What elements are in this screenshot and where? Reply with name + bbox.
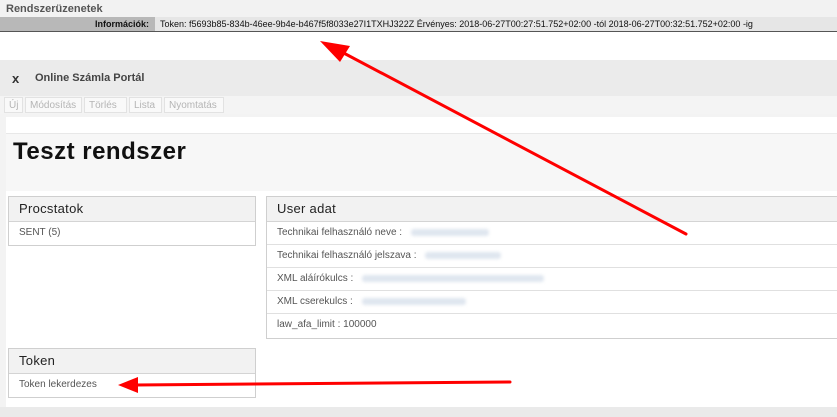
token-query-link[interactable]: Token lekerdezes: [9, 374, 255, 396]
user-field-law-afa-limit: law_afa_limit : 100000: [267, 314, 837, 336]
portal-title: Online Számla Portál: [35, 72, 145, 84]
system-messages-bar: Rendszerüzenetek: [0, 0, 837, 18]
new-button[interactable]: Új: [4, 97, 23, 113]
info-label: Információk:: [0, 17, 155, 31]
info-row: Információk: Token: f5693b85-834b-46ee-9…: [0, 17, 837, 32]
delete-button[interactable]: Törlés: [84, 97, 127, 113]
list-button[interactable]: Lista: [129, 97, 162, 113]
user-field-tech-user-name: Technikai felhasználó neve :: [267, 222, 837, 245]
print-button[interactable]: Nyomtatás: [164, 97, 224, 113]
procstatok-item-sent[interactable]: SENT (5): [9, 222, 255, 244]
user-data-panel: User adat Technikai felhasználó neve : T…: [266, 196, 837, 339]
toolbar: Új Módosítás Törlés Lista Nyomtatás: [0, 96, 837, 115]
close-icon[interactable]: x: [12, 71, 19, 86]
procstatok-title: Procstatok: [9, 197, 255, 222]
token-panel: Token Token lekerdezes: [8, 348, 256, 398]
tech-user-name-label: Technikai felhasználó neve :: [277, 227, 403, 238]
xml-exchange-key-label: XML cserekulcs :: [277, 296, 353, 307]
portal-header: x Online Számla Portál: [0, 60, 837, 96]
user-field-tech-user-password: Technikai felhasználó jelszava :: [267, 245, 837, 268]
law-afa-limit-label: law_afa_limit : 100000: [277, 319, 377, 330]
redacted-value: [410, 228, 489, 236]
redacted-value: [362, 274, 545, 282]
token-title: Token: [9, 349, 255, 374]
user-data-title: User adat: [267, 197, 837, 222]
tech-user-password-label: Technikai felhasználó jelszava :: [277, 250, 417, 261]
redacted-value: [361, 297, 466, 305]
xml-signing-key-label: XML aláírókulcs :: [277, 273, 354, 284]
system-messages-title: Rendszerüzenetek: [6, 3, 103, 15]
bottom-border: [0, 407, 837, 417]
procstatok-panel: Procstatok SENT (5): [8, 196, 256, 246]
user-field-xml-signing-key: XML aláírókulcs :: [267, 268, 837, 291]
token-info-text: Token: f5693b85-834b-46ee-9b4e-b467f5f80…: [160, 19, 753, 29]
redacted-value: [425, 251, 502, 259]
edit-button[interactable]: Módosítás: [25, 97, 82, 113]
user-field-xml-exchange-key: XML cserekulcs :: [267, 291, 837, 314]
page-title: Teszt rendszer: [13, 138, 187, 165]
